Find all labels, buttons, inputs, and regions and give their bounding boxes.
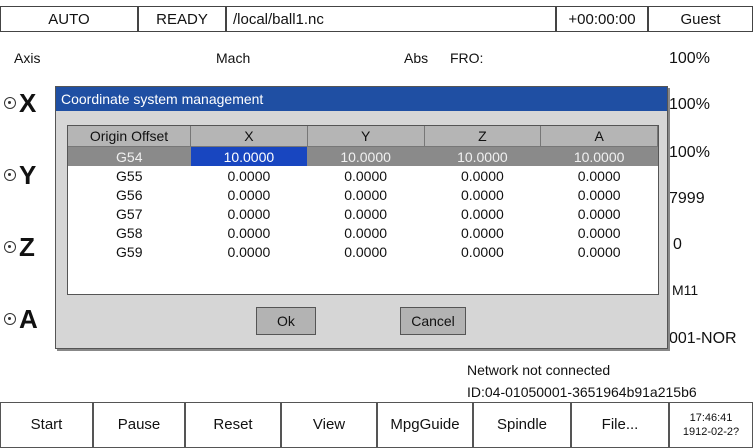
clock: 17:46:41 1912-02-2?	[669, 402, 753, 448]
cancel-button[interactable]: Cancel	[400, 307, 466, 335]
right-value: 100%	[669, 96, 710, 113]
radio-icon	[4, 241, 16, 253]
cell-z[interactable]: 0.0000	[424, 242, 541, 261]
cell-x[interactable]: 0.0000	[191, 204, 308, 223]
table-row[interactable]: G56 0.0000 0.0000 0.0000 0.0000	[68, 185, 658, 204]
cell-z[interactable]: 0.0000	[424, 166, 541, 185]
run-timer: +00:00:00	[556, 6, 648, 32]
axis-x-selector[interactable]: X	[4, 86, 36, 120]
device-id: ID:04-01050001-3651964b91a215b6	[467, 384, 697, 400]
cell-a[interactable]: 0.0000	[541, 185, 658, 204]
cell-y[interactable]: 0.0000	[307, 166, 424, 185]
radio-icon	[4, 169, 16, 181]
mode-indicator: AUTO	[0, 6, 138, 32]
cell-a[interactable]: 10.0000	[540, 146, 658, 166]
cell-y[interactable]: 10.0000	[307, 146, 424, 166]
right-value: 100%	[669, 144, 710, 161]
dialog-title: Coordinate system management	[56, 87, 667, 111]
cell-z[interactable]: 0.0000	[424, 204, 541, 223]
row-name: G58	[116, 224, 143, 241]
status-bar: AUTO READY /local/ball1.nc +00:00:00 Gue…	[0, 0, 753, 38]
network-status: Network not connected	[467, 362, 611, 378]
cell-x[interactable]: 0.0000	[191, 242, 308, 261]
column-header: A	[540, 126, 658, 147]
state-indicator: READY	[138, 6, 226, 32]
axis-label: A	[19, 304, 38, 334]
axis-label: Y	[19, 160, 37, 190]
radio-icon	[4, 97, 16, 109]
cell-a[interactable]: 0.0000	[541, 166, 658, 185]
right-value: 7999	[669, 190, 705, 207]
mpgguide-button[interactable]: MpgGuide	[377, 402, 473, 448]
axis-y-selector[interactable]: Y	[4, 158, 36, 192]
row-name: G54	[68, 146, 191, 166]
row-name: G55	[116, 167, 143, 184]
fro-value: 100%	[669, 50, 710, 67]
cell-z[interactable]: 0.0000	[424, 223, 541, 242]
axis-label: X	[19, 88, 37, 118]
cell-x[interactable]: 0.0000	[191, 166, 308, 185]
column-header: Y	[307, 126, 425, 147]
cell-y[interactable]: 0.0000	[307, 242, 424, 261]
radio-icon	[4, 313, 16, 325]
offset-table: Origin Offset X Y Z A G54 10.0000 10.000…	[67, 125, 659, 295]
coordinate-system-dialog: Coordinate system management Origin Offs…	[55, 86, 668, 349]
file-button[interactable]: File...	[571, 402, 669, 448]
table-row[interactable]: G55 0.0000 0.0000 0.0000 0.0000	[68, 166, 658, 185]
clock-date: 1912-02-2?	[682, 426, 740, 438]
column-header: X	[190, 126, 308, 147]
cell-a[interactable]: 0.0000	[541, 242, 658, 261]
table-row[interactable]: G58 0.0000 0.0000 0.0000 0.0000	[68, 223, 658, 242]
cell-a[interactable]: 0.0000	[541, 223, 658, 242]
fro-label: FRO:	[450, 50, 484, 66]
table-row-selected[interactable]: G54 10.0000 10.0000 10.0000 10.0000	[68, 146, 658, 166]
spindle-button[interactable]: Spindle	[473, 402, 571, 448]
clock-time: 17:46:41	[689, 412, 733, 424]
reset-button[interactable]: Reset	[185, 402, 281, 448]
mcode-value: M11	[672, 282, 699, 298]
pause-button[interactable]: Pause	[93, 402, 185, 448]
table-row[interactable]: G59 0.0000 0.0000 0.0000 0.0000	[68, 242, 658, 261]
cell-z[interactable]: 0.0000	[424, 185, 541, 204]
right-value: 0	[673, 236, 682, 253]
cell-a[interactable]: 0.0000	[541, 204, 658, 223]
user-indicator[interactable]: Guest	[648, 6, 753, 32]
mach-header: Mach	[216, 50, 251, 66]
right-value: 001-NOR	[669, 330, 737, 347]
file-path[interactable]: /local/ball1.nc	[226, 6, 556, 32]
cell-y[interactable]: 0.0000	[307, 185, 424, 204]
axis-label: Z	[19, 232, 35, 262]
row-name: G57	[116, 205, 143, 222]
axis-a-selector[interactable]: A	[4, 302, 38, 336]
row-name: G59	[116, 243, 143, 260]
cell-x-editing[interactable]: 10.0000	[190, 146, 308, 166]
ok-button[interactable]: Ok	[256, 307, 316, 335]
table-header-row: Origin Offset X Y Z A	[68, 126, 658, 147]
start-button[interactable]: Start	[0, 402, 93, 448]
view-button[interactable]: View	[281, 402, 377, 448]
cell-y[interactable]: 0.0000	[307, 204, 424, 223]
row-name: G56	[116, 186, 143, 203]
cell-x[interactable]: 0.0000	[191, 185, 308, 204]
cell-y[interactable]: 0.0000	[307, 223, 424, 242]
axis-header: Axis	[14, 50, 41, 66]
cell-z[interactable]: 10.0000	[424, 146, 541, 166]
axis-z-selector[interactable]: Z	[4, 230, 35, 264]
table-row[interactable]: G57 0.0000 0.0000 0.0000 0.0000	[68, 204, 658, 223]
column-header: Origin Offset	[68, 126, 191, 147]
cell-x[interactable]: 0.0000	[191, 223, 308, 242]
abs-header: Abs	[404, 50, 429, 66]
column-header: Z	[424, 126, 542, 147]
